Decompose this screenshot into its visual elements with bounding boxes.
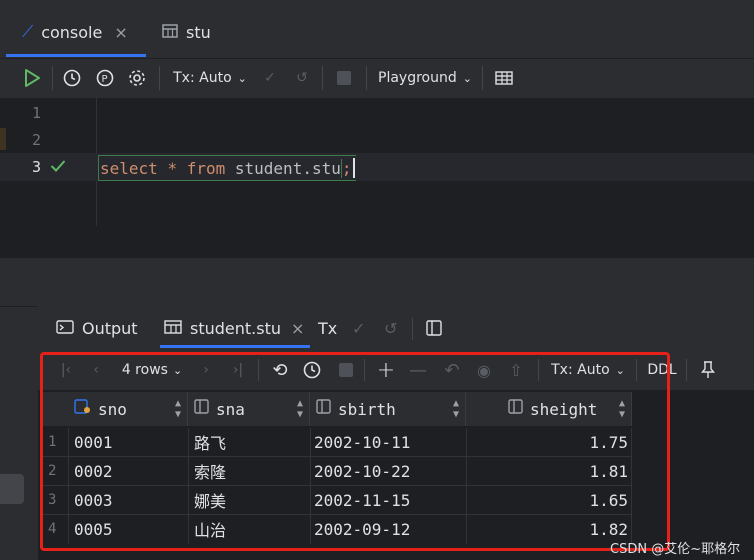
results-grid-icon[interactable] [492,66,516,90]
toolbar-separator [322,66,323,90]
table-identifier: student.stu [234,158,341,178]
settings-icon[interactable] [125,66,149,90]
close-icon[interactable]: × [291,319,304,338]
text-cursor [352,158,355,178]
watermark: CSDN @艾伦~耶格尔 [610,542,741,557]
tx-mode-dropdown[interactable]: Tx: Auto ⌄ [172,66,248,90]
run-icon[interactable] [20,66,44,90]
rollback-icon[interactable]: ↺ [290,66,314,90]
line-number: 3 [32,158,42,176]
playground-label: Playground [378,70,457,86]
line-number: 1 [32,104,42,122]
commit-icon[interactable]: ✓ [258,66,282,90]
statement-terminator: ; [340,158,352,178]
highlight-box [40,352,670,551]
toolbar-separator [412,318,413,340]
tab-output-label: Output [82,318,138,338]
tx-mode-label: Tx: Auto [173,70,232,86]
playground-dropdown[interactable]: Playground ⌄ [378,66,472,90]
tab-student-stu-label: student.stu [190,318,281,338]
star-operator: * [167,158,178,178]
rollback-icon[interactable]: ↺ [384,316,397,340]
table-icon [164,319,182,338]
sql-statement[interactable]: select * from student.stu; [98,155,356,181]
close-icon[interactable]: × [114,23,127,42]
active-tab-indicator [6,54,146,57]
toolbar-separator [686,359,687,381]
active-tab-indicator [160,345,310,348]
selected-tree-node[interactable] [0,474,24,504]
history-icon[interactable] [60,66,84,90]
toolbar-separator [366,66,367,90]
editor-bottom-space [0,226,754,258]
parameters-icon[interactable]: P [93,66,117,90]
tab-console[interactable]: ⟋ console × [22,14,128,50]
pin-icon[interactable] [696,358,720,382]
tab-console-label: console [41,22,103,42]
table-icon [162,23,178,42]
services-tree-strip [0,308,38,560]
console-icon: ⟋ [22,22,34,41]
line-number: 2 [32,131,42,149]
tab-stu[interactable]: stu [162,14,211,50]
gutter-marker [0,128,6,150]
stop-icon[interactable] [332,66,356,90]
panel-splitter[interactable] [0,258,754,306]
keyword-from: from [186,158,226,178]
layout-icon[interactable] [426,316,442,340]
tab-output[interactable]: Output [56,316,138,340]
chevron-down-icon: ⌄ [462,71,472,85]
chevron-down-icon: ⌄ [237,71,247,85]
tab-student-stu[interactable]: student.stu × [164,316,304,340]
tx-button[interactable]: Tx [318,316,337,340]
tx-label: Tx [318,318,338,338]
keyword-select: select [100,158,158,178]
check-icon [50,158,66,177]
toolbar-separator [159,66,160,90]
tab-stu-label: stu [186,22,211,42]
commit-icon[interactable]: ✓ [352,316,365,340]
toolbar-separator [52,66,53,90]
console-output-icon [56,319,74,338]
toolbar-separator [482,66,483,90]
svg-text:P: P [102,74,108,85]
